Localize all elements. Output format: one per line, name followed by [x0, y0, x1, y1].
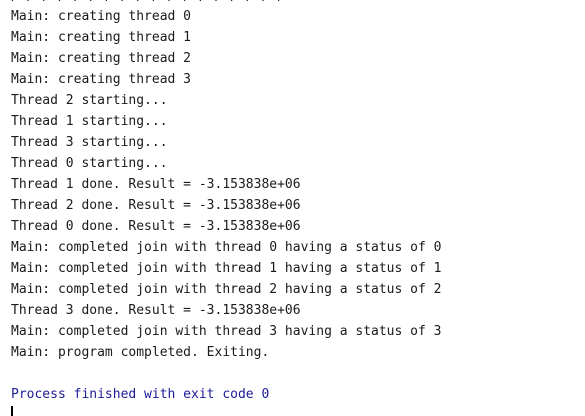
console-line: Thread 3 starting... — [11, 135, 168, 150]
console-line: Main: completed join with thread 1 havin… — [11, 261, 442, 276]
console-line: Thread 1 starting... — [11, 114, 168, 129]
console-line: Main: creating thread 2 — [11, 51, 192, 66]
console-line: Thread 3 done. Result = -3.153838e+06 — [11, 303, 301, 318]
console-output-panel[interactable]: / / / / / / / / / / / / / / / / / / Main… — [0, 0, 585, 416]
console-line: Thread 0 done. Result = -3.153838e+06 — [11, 219, 301, 234]
console-line: Thread 2 done. Result = -3.153838e+06 — [11, 198, 301, 213]
console-line: Main: program completed. Exiting. — [11, 345, 270, 360]
console-line: Thread 1 done. Result = -3.153838e+06 — [11, 177, 301, 192]
process-exit-message: Process finished with exit code 0 — [11, 387, 270, 402]
console-line: Thread 0 starting... — [11, 156, 168, 171]
console-line: Thread 2 starting... — [11, 93, 168, 108]
console-line: Main: creating thread 1 — [11, 30, 192, 45]
console-line: Main: creating thread 3 — [11, 72, 192, 87]
console-line: Main: completed join with thread 0 havin… — [11, 240, 442, 255]
console-line: Main: completed join with thread 3 havin… — [11, 324, 442, 339]
console-line: Main: creating thread 0 — [11, 9, 192, 24]
console-line: Main: completed join with thread 2 havin… — [11, 282, 442, 297]
text-cursor[interactable] — [11, 406, 13, 416]
